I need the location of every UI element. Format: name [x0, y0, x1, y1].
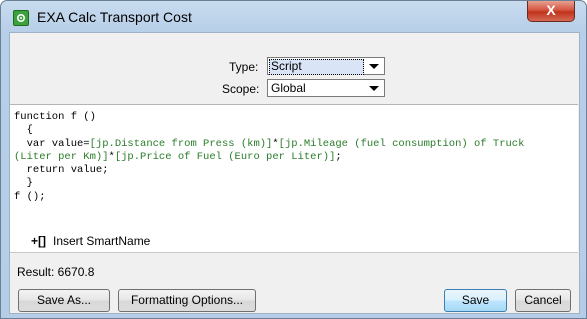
formatting-options-button[interactable]: Formatting Options... — [118, 289, 256, 312]
code-line: { — [14, 124, 33, 136]
code-line: } — [14, 177, 33, 189]
code-token: { — [14, 124, 33, 137]
dialog-content: Type: Script Scope: Global function f ()… — [9, 32, 580, 314]
type-label: Type: — [229, 60, 259, 74]
code-token: f (); — [14, 190, 46, 203]
code-line: function f () — [14, 111, 96, 123]
type-select[interactable]: Script — [267, 57, 385, 75]
window-title: EXA Calc Transport Cost — [37, 9, 192, 25]
title-bar[interactable]: EXA Calc Transport Cost X — [1, 1, 586, 34]
chevron-down-icon — [369, 64, 379, 69]
save-button[interactable]: Save — [444, 289, 507, 312]
code-token: ; — [335, 150, 342, 163]
scope-select-value: Global — [271, 81, 306, 95]
code-line: f (); — [14, 191, 46, 203]
result-text: Result: 6670.8 — [17, 265, 95, 279]
code-token: return value; — [14, 164, 109, 177]
dialog-window: EXA Calc Transport Cost X Type: Script S… — [0, 0, 587, 319]
gear-app-icon — [13, 10, 29, 26]
code-line: return value; — [14, 164, 109, 176]
type-select-value: Script — [271, 59, 302, 73]
smartname-icon: +[] — [31, 234, 46, 248]
code-token: var value= — [14, 137, 90, 150]
code-line: (Liter per Km)]*[jp.Price of Fuel (Euro … — [14, 151, 342, 163]
code-line: var value=[jp.Distance from Press (km)]*… — [14, 137, 525, 150]
scope-label: Scope: — [222, 82, 260, 96]
smartname-token: (Liter per Km)] — [14, 150, 109, 163]
save-as-button[interactable]: Save As... — [18, 289, 110, 312]
code-token: } — [14, 177, 33, 190]
smartname-token: [jp.Price of Fuel (Euro per Liter)] — [114, 150, 336, 163]
close-button[interactable]: X — [527, 1, 575, 22]
script-code[interactable]: function f () { var value=[jp.Distance f… — [14, 111, 524, 204]
smartname-token: [jp.Distance from Press (km)] — [89, 137, 273, 150]
insert-smartname-label: Insert SmartName — [53, 234, 151, 248]
insert-smartname-bar[interactable]: +[] Insert SmartName — [10, 231, 578, 253]
script-editor[interactable]: function f () { var value=[jp.Distance f… — [10, 104, 578, 232]
scope-select[interactable]: Global — [267, 79, 385, 97]
code-token: function f () — [14, 111, 96, 123]
smartname-token: [jp.Mileage (fuel consumption) of Truck — [278, 137, 525, 150]
chevron-down-icon — [369, 86, 379, 91]
cancel-button[interactable]: Cancel — [515, 289, 571, 312]
